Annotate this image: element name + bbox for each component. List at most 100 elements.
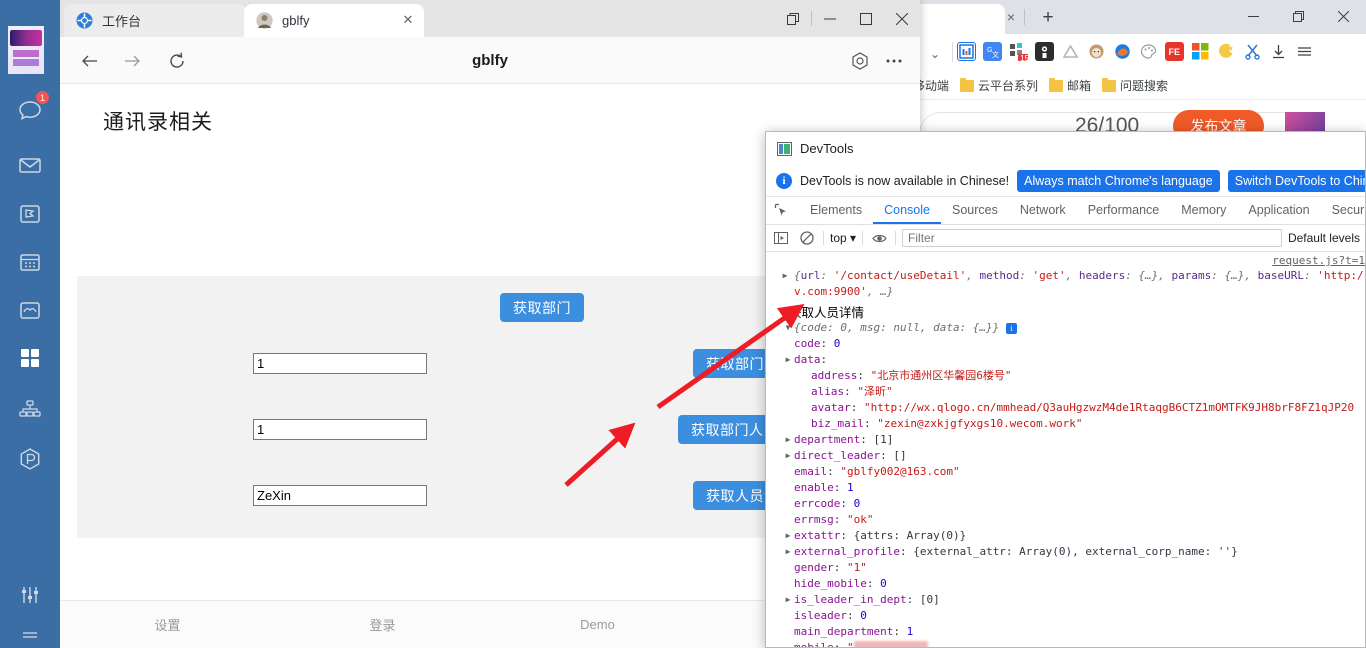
chrome-restore-button[interactable] xyxy=(1276,0,1321,32)
live-expression-eye-icon[interactable] xyxy=(869,228,889,248)
palette-extension-icon[interactable] xyxy=(1139,42,1158,61)
folder-icon xyxy=(1049,77,1064,92)
split-screen-button[interactable] xyxy=(775,0,811,37)
download-icon[interactable] xyxy=(1269,42,1288,61)
fe-extension-icon[interactable]: FE xyxy=(1165,42,1184,61)
chevron-down-icon[interactable]: ⌄ xyxy=(925,44,945,64)
chrome-active-tab[interactable] xyxy=(915,4,1005,34)
chrome-minimize-button[interactable] xyxy=(1231,0,1276,32)
microsoft-extension-icon[interactable] xyxy=(1191,42,1210,61)
sidebar-item-calendar[interactable] xyxy=(0,240,60,284)
adblock-extension-icon[interactable] xyxy=(1061,42,1080,61)
chrome-tab-close-icon[interactable]: × xyxy=(1003,9,1019,25)
expand-triangle-icon[interactable]: ▶ xyxy=(780,268,790,284)
wecom-window-controls xyxy=(775,0,920,37)
inspect-element-icon[interactable] xyxy=(766,197,796,224)
object-value: {external_attr: Array(0), external_corp_… xyxy=(913,545,1238,558)
user-avatar-logo[interactable] xyxy=(8,26,44,74)
console-sidebar-toggle-icon[interactable] xyxy=(771,228,791,248)
dark-mode-extension-icon[interactable] xyxy=(1217,42,1236,61)
key-colon: : xyxy=(820,353,828,366)
sidebar-item-docs[interactable] xyxy=(0,192,60,236)
bookmark-item[interactable]: 移动端 xyxy=(915,77,949,94)
wecom-tab-gblfy[interactable]: gblfy ✕ xyxy=(244,4,424,37)
devtools-icon xyxy=(777,141,792,156)
expand-triangle-icon[interactable]: ▶ xyxy=(783,448,793,464)
object-value: "泽昕" xyxy=(857,385,893,398)
bookmark-item[interactable]: 云平台系列 xyxy=(960,77,1038,94)
chrome-new-tab-button[interactable]: + xyxy=(1036,6,1060,30)
object-key: hide_mobile xyxy=(794,577,867,590)
more-dots-icon[interactable] xyxy=(880,47,908,75)
sidebar-item-chat[interactable]: 1 xyxy=(0,88,60,132)
console-object-row: alias: "泽昕" xyxy=(766,384,1365,400)
chrome-menu-icon[interactable] xyxy=(1295,42,1314,61)
monkey-extension-icon[interactable] xyxy=(1087,42,1106,61)
bookmark-item[interactable]: 邮箱 xyxy=(1049,77,1091,94)
bottomnav-settings[interactable]: 设置 xyxy=(60,601,275,648)
clear-console-icon[interactable] xyxy=(797,228,817,248)
tab-security[interactable]: Security xyxy=(1321,197,1365,224)
always-match-language-button[interactable]: Always match Chrome's language xyxy=(1017,169,1220,192)
department-id-detail-input[interactable] xyxy=(253,419,427,440)
context-selector[interactable]: top ▾ xyxy=(830,231,856,245)
bottomnav-demo[interactable]: Demo xyxy=(490,601,705,648)
close-button[interactable] xyxy=(884,0,920,37)
tab-console[interactable]: Console xyxy=(873,197,941,224)
console-filter-input[interactable] xyxy=(902,229,1282,247)
hexagon-target-icon[interactable] xyxy=(846,47,874,75)
firefox-like-extension-icon[interactable] xyxy=(1113,42,1132,61)
sidebar-item-drive[interactable] xyxy=(0,288,60,332)
tab-elements[interactable]: Elements xyxy=(799,197,873,224)
vimium-extension-icon[interactable] xyxy=(1035,42,1054,61)
sidebar-item-mail[interactable] xyxy=(0,143,60,187)
object-key: main_department xyxy=(794,625,894,638)
tab-memory[interactable]: Memory xyxy=(1170,197,1237,224)
sidebar-item-workbench[interactable] xyxy=(0,336,60,380)
back-arrow-icon[interactable] xyxy=(76,47,104,75)
tab-performance[interactable]: Performance xyxy=(1077,197,1171,224)
console-object-row: main_department: 1 xyxy=(766,624,1365,640)
bookmark-item[interactable]: 问题搜索 xyxy=(1102,77,1168,94)
get-department-button[interactable]: 获取部门 xyxy=(500,293,584,322)
expand-triangle-icon[interactable]: ▶ xyxy=(783,352,793,368)
console-source-link[interactable]: request.js?t=1 xyxy=(1272,254,1365,267)
expand-triangle-icon[interactable]: ▶ xyxy=(783,528,793,544)
tab-application[interactable]: Application xyxy=(1237,197,1320,224)
expand-triangle-icon[interactable]: ▶ xyxy=(783,592,793,608)
tab-network[interactable]: Network xyxy=(1009,197,1077,224)
expand-triangle-icon[interactable]: ▶ xyxy=(783,544,793,560)
wecom-tab-workbench[interactable]: 工作台 xyxy=(64,4,246,37)
document-flag-icon xyxy=(17,201,43,227)
reload-icon[interactable] xyxy=(163,47,191,75)
maximize-button[interactable] xyxy=(848,0,884,37)
expand-triangle-icon[interactable]: ▶ xyxy=(783,432,793,448)
scissors-extension-icon[interactable] xyxy=(1243,42,1262,61)
key-colon: : xyxy=(827,465,834,478)
sidebar-item-settings[interactable] xyxy=(0,573,60,617)
tasks-extension-icon[interactable]: 15 xyxy=(1009,42,1028,61)
sidebar-item-org[interactable] xyxy=(0,387,60,431)
tab-sources[interactable]: Sources xyxy=(941,197,1009,224)
user-id-input[interactable] xyxy=(253,485,427,506)
devtools-window: DevTools i DevTools is now available in … xyxy=(765,131,1366,648)
object-info-icon[interactable]: i xyxy=(1005,322,1017,334)
switch-to-chinese-button[interactable]: Switch DevTools to Chinese xyxy=(1227,169,1365,192)
info-extension-icon[interactable] xyxy=(957,42,976,61)
console-object-row: ▶ data: xyxy=(766,352,1365,368)
bookmark-label: 问题搜索 xyxy=(1120,79,1169,93)
log-levels-selector[interactable]: Default levels xyxy=(1288,231,1362,245)
console-output[interactable]: request.js?t=1 ▶ {url: '/contact/useDeta… xyxy=(766,252,1365,647)
minimize-button[interactable] xyxy=(812,0,848,37)
close-icon[interactable]: ✕ xyxy=(401,13,415,27)
devtools-panel-tabs: Elements Console Sources Network Perform… xyxy=(766,197,1365,225)
object-value: "http://wx.qlogo.cn/mmhead/Q3auHgzwzM4de… xyxy=(864,401,1355,414)
collapse-triangle-icon[interactable]: ▼ xyxy=(783,320,793,336)
forward-arrow-icon[interactable] xyxy=(118,47,146,75)
sidebar-item-plugin[interactable] xyxy=(0,437,60,481)
sidebar-item-more[interactable] xyxy=(0,614,60,648)
chrome-close-button[interactable] xyxy=(1321,0,1366,32)
google-translate-extension-icon[interactable]: G文 xyxy=(983,42,1002,61)
bottomnav-login[interactable]: 登录 xyxy=(275,601,490,648)
department-id-input[interactable] xyxy=(253,353,427,374)
